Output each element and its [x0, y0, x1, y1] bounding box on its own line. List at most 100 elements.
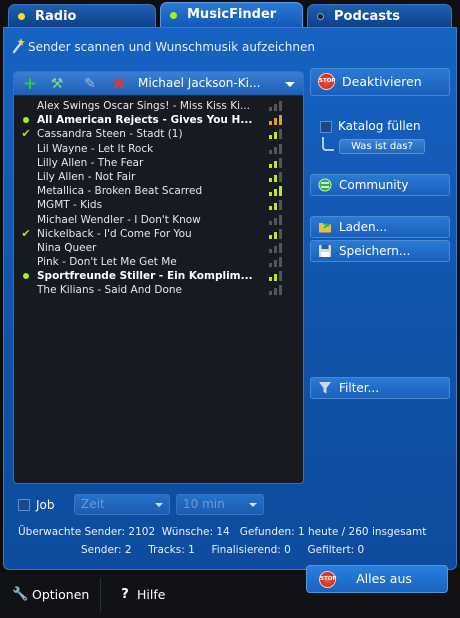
- wrench-icon: 🔧: [12, 587, 29, 602]
- edit-icon[interactable]: ✎: [82, 76, 98, 92]
- status-line-1: Überwachte Sender: 2102 Wünsche: 14 Gefu…: [18, 526, 427, 538]
- duration-select-value: 10 min: [183, 497, 225, 511]
- signal-strength-icon: [269, 171, 282, 182]
- track-title: Lil Wayne - Let It Rock: [37, 142, 154, 155]
- tab-label: MusicFinder: [187, 7, 277, 22]
- chevron-down-icon: [155, 503, 163, 507]
- track-row[interactable]: Lily Allen - Not Fair: [14, 170, 303, 184]
- track-title: The Kilians - Said And Done: [37, 284, 183, 297]
- tab-status-dot-icon: [18, 13, 25, 20]
- time-select[interactable]: Zeit: [74, 494, 170, 515]
- floppy-disk-icon: [319, 245, 331, 257]
- track-title: MGMT - Kids: [37, 199, 103, 212]
- track-row[interactable]: Sportfreunde Stiller - Ein Komplim...: [14, 269, 303, 283]
- katalog-label: Katalog füllen: [338, 119, 421, 133]
- signal-strength-icon: [269, 157, 282, 168]
- tab-podcasts[interactable]: Podcasts: [307, 4, 452, 28]
- wishlist-selector[interactable]: Michael Jackson-Ki...: [138, 76, 260, 90]
- load-label: Laden...: [339, 220, 388, 234]
- duration-select[interactable]: 10 min: [176, 494, 264, 515]
- track-title: Cassandra Steen - Stadt (1): [37, 128, 183, 141]
- track-title: Nina Queer: [37, 241, 97, 254]
- save-label: Speichern...: [339, 244, 411, 258]
- tab-status-dot-icon: [170, 12, 177, 19]
- tab-radio[interactable]: Radio: [8, 4, 156, 28]
- filter-button[interactable]: Filter...: [310, 377, 450, 399]
- track-title: Lily Allen - Not Fair: [37, 170, 136, 183]
- track-title: All American Rejects - Gives You H...: [37, 114, 253, 127]
- signal-strength-icon: [269, 143, 282, 154]
- magic-wand-icon: [12, 38, 25, 54]
- katalog-checkbox[interactable]: [320, 121, 332, 133]
- headline: Sender scannen und Wunschmusik aufzeichn…: [28, 40, 315, 54]
- signal-strength-icon: [269, 271, 282, 282]
- options-button[interactable]: 🔧 Optionen: [12, 584, 89, 606]
- track-title: Lilly Allen - The Fear: [37, 156, 144, 169]
- load-button[interactable]: Laden...: [310, 216, 450, 238]
- tab-label: Radio: [35, 9, 77, 24]
- signal-strength-icon: [269, 214, 282, 225]
- filter-funnel-icon: [319, 382, 331, 394]
- track-row[interactable]: All American Rejects - Gives You H...: [14, 113, 303, 127]
- community-button[interactable]: Community: [310, 174, 450, 196]
- checkmark-icon: ✔: [21, 226, 31, 240]
- signal-strength-icon: [269, 285, 282, 296]
- job-checkbox[interactable]: [18, 499, 30, 511]
- deactivate-button[interactable]: STOP Deaktivieren: [310, 68, 450, 96]
- track-title: Metallica - Broken Beat Scarred: [37, 185, 203, 198]
- tab-musicfinder[interactable]: MusicFinder: [160, 2, 303, 28]
- stop-icon: STOP: [318, 73, 335, 90]
- track-row[interactable]: Pink - Don't Let Me Get Me: [14, 255, 303, 269]
- all-off-label: Alles aus: [356, 571, 412, 586]
- checkmark-icon: ✔: [21, 127, 31, 141]
- community-icon: [318, 178, 332, 192]
- signal-strength-icon: [269, 115, 282, 126]
- status-line-2: Sender: 2 Tracks: 1 Finalisierend: 0 Gef…: [81, 544, 365, 556]
- tab-label: Podcasts: [334, 9, 400, 24]
- add-icon[interactable]: +: [22, 76, 38, 93]
- track-row[interactable]: ✔ Cassandra Steen - Stadt (1): [14, 127, 303, 141]
- track-title: Pink - Don't Let Me Get Me: [37, 256, 177, 269]
- corner-arrow-icon: [322, 137, 334, 151]
- help-label: Hilfe: [137, 587, 166, 602]
- options-label: Optionen: [32, 587, 90, 602]
- track-row[interactable]: Michael Wendler - I Don't Know: [14, 213, 303, 227]
- time-select-value: Zeit: [81, 497, 105, 511]
- signal-strength-icon: [269, 257, 282, 268]
- job-label: Job: [36, 498, 55, 512]
- track-row[interactable]: Nina Queer: [14, 241, 303, 255]
- track-row[interactable]: Metallica - Broken Beat Scarred: [14, 184, 303, 198]
- track-title: Alex Swings Oscar Sings! - Miss Kiss Ki.…: [37, 100, 251, 112]
- folder-open-icon: [319, 223, 331, 233]
- track-title: Sportfreunde Stiller - Ein Komplim...: [37, 270, 253, 283]
- signal-strength-icon: [269, 129, 282, 140]
- question-mark-icon: ?: [121, 587, 129, 602]
- help-button[interactable]: ? Hilfe: [117, 584, 165, 606]
- chevron-down-icon[interactable]: [285, 82, 295, 87]
- add-artist-icon[interactable]: ⚒: [49, 76, 65, 92]
- track-title: Nickelback - I'd Come For You: [37, 227, 192, 240]
- chevron-down-icon: [249, 503, 257, 507]
- tab-bar: Radio MusicFinder Podcasts: [0, 0, 460, 28]
- filter-label: Filter...: [339, 381, 380, 395]
- track-row[interactable]: Alex Swings Oscar Sings! - Miss Kiss Ki.…: [14, 99, 303, 113]
- wishlist-toolbar: + ⚒ ✎ ✖ Michael Jackson-Ki...: [14, 72, 303, 96]
- tab-status-dot-icon: [317, 13, 324, 20]
- stop-icon: STOP: [319, 571, 336, 588]
- what-is-this-button[interactable]: Was ist das?: [339, 139, 425, 154]
- track-row[interactable]: ✔ Nickelback - I'd Come For You: [14, 227, 303, 241]
- all-off-button[interactable]: STOP Alles aus: [306, 565, 448, 593]
- signal-strength-icon: [269, 228, 282, 239]
- footer-divider: [100, 578, 101, 612]
- track-row[interactable]: Lilly Allen - The Fear: [14, 156, 303, 170]
- wishlist-box: + ⚒ ✎ ✖ Michael Jackson-Ki... Alex Swing…: [13, 71, 304, 484]
- track-row[interactable]: MGMT - Kids: [14, 198, 303, 212]
- save-button[interactable]: Speichern...: [310, 240, 450, 262]
- delete-icon[interactable]: ✖: [111, 76, 127, 92]
- track-list: Alex Swings Oscar Sings! - Miss Kiss Ki.…: [14, 96, 303, 298]
- community-label: Community: [339, 178, 409, 192]
- track-title: Michael Wendler - I Don't Know: [37, 213, 201, 226]
- track-row[interactable]: Lil Wayne - Let It Rock: [14, 142, 303, 156]
- track-row[interactable]: The Kilians - Said And Done: [14, 283, 303, 297]
- signal-strength-icon: [269, 200, 282, 211]
